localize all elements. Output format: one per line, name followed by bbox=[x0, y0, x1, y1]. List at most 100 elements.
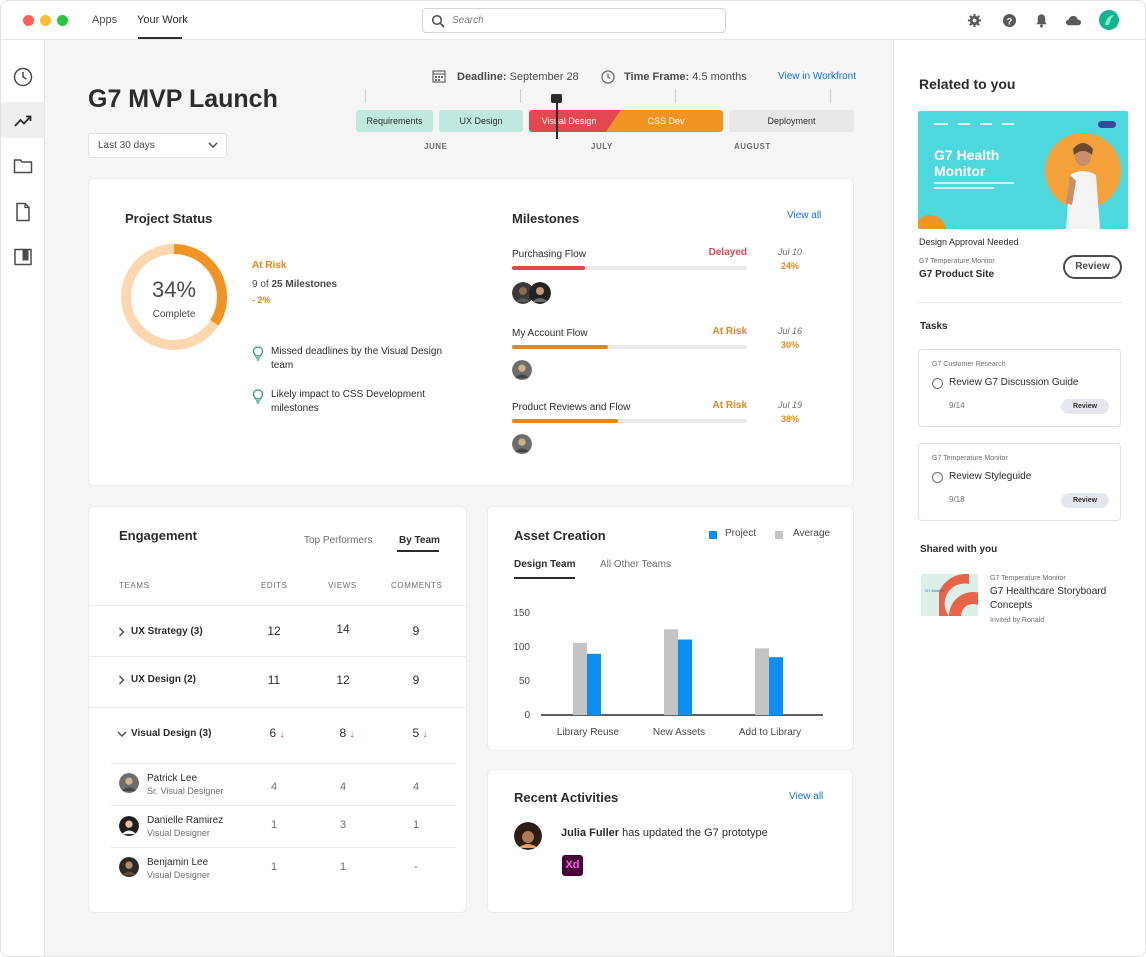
minimize-window-button[interactable] bbox=[40, 15, 51, 26]
phase-requirements[interactable]: Requirements bbox=[356, 110, 433, 132]
y-tick-label: 0 bbox=[524, 710, 530, 721]
percent-complete: 34% bbox=[151, 277, 197, 302]
milestone-row[interactable]: Purchasing Flow Delayed Jul 10 24% bbox=[512, 247, 812, 309]
timeline-tick bbox=[520, 89, 521, 103]
milestone-row[interactable]: Product Reviews and Flow At Risk Jul 19 … bbox=[512, 400, 812, 462]
shared-item-name-line2[interactable]: Concepts bbox=[990, 600, 1032, 611]
task-checkbox[interactable] bbox=[932, 472, 943, 483]
bell-icon[interactable] bbox=[1034, 13, 1049, 28]
avatar[interactable] bbox=[514, 822, 542, 850]
engagement-title: Engagement bbox=[119, 528, 198, 543]
avatar[interactable] bbox=[512, 434, 532, 454]
recent-view-all-link[interactable]: View all bbox=[789, 791, 823, 802]
nav-apps[interactable]: Apps bbox=[92, 14, 117, 26]
related-panel: Related to you G7 Health Monitor Design … bbox=[893, 40, 1145, 956]
avatar[interactable] bbox=[512, 360, 532, 380]
left-rail bbox=[1, 40, 45, 956]
milestone-status: At Risk bbox=[712, 326, 747, 337]
xd-app-icon[interactable]: Xd bbox=[562, 855, 583, 876]
views-value: 1 bbox=[339, 861, 347, 873]
milestone-percent: 24% bbox=[781, 261, 800, 271]
review-button[interactable]: Review bbox=[1063, 255, 1122, 279]
task-card[interactable]: G7 Temperature Monitor Review Styleguide… bbox=[918, 443, 1121, 521]
chevron-right-icon[interactable] bbox=[118, 675, 125, 685]
timeline-tick bbox=[365, 89, 366, 103]
down-arrow-icon: ↓ bbox=[279, 729, 285, 740]
today-marker-handle[interactable] bbox=[551, 94, 562, 103]
bar-average[interactable] bbox=[755, 648, 769, 715]
tab-by-team[interactable]: By Team bbox=[399, 535, 440, 546]
x-tick-label: Library Reuse bbox=[557, 727, 620, 738]
bar-average[interactable] bbox=[573, 642, 587, 715]
nav-your-work[interactable]: Your Work bbox=[137, 14, 188, 26]
shared-item-name[interactable]: G7 Healthcare Storyboard bbox=[990, 586, 1106, 597]
bar-average[interactable] bbox=[664, 629, 678, 715]
chevron-right-icon[interactable] bbox=[118, 627, 125, 637]
promo-thumbnail[interactable]: G7 Health Monitor bbox=[918, 111, 1128, 229]
date-range-select[interactable]: Last 30 days bbox=[88, 133, 227, 158]
help-icon[interactable]: ? bbox=[1002, 13, 1017, 28]
recent-activities-card: Recent Activities View all Julia Fuller … bbox=[487, 769, 853, 913]
legend-swatch-average bbox=[775, 531, 783, 539]
calendar-icon bbox=[432, 70, 446, 83]
rail-documents[interactable] bbox=[1, 193, 44, 229]
today-marker-line bbox=[556, 103, 558, 139]
tab-design-team[interactable]: Design Team bbox=[514, 559, 576, 570]
legend-swatch-project bbox=[709, 531, 717, 539]
comments-value: 1 bbox=[412, 819, 420, 831]
phase-deployment[interactable]: Deployment bbox=[729, 110, 854, 132]
user-avatar[interactable] bbox=[1099, 10, 1119, 30]
rail-library[interactable] bbox=[1, 238, 44, 274]
date-range-value: Last 30 days bbox=[98, 140, 155, 151]
phase-css-dev[interactable]: CSS Dev bbox=[621, 110, 711, 132]
insight-item: Missed deadlines by the Visual Design te… bbox=[252, 345, 452, 375]
views-value: 4 bbox=[339, 781, 347, 793]
milestones-view-all-link[interactable]: View all bbox=[787, 210, 821, 221]
shared-title: Shared with you bbox=[920, 544, 998, 555]
gear-icon[interactable] bbox=[967, 13, 982, 28]
divider bbox=[89, 656, 466, 657]
bar-project[interactable] bbox=[678, 639, 692, 715]
tab-active-indicator bbox=[397, 550, 439, 552]
milestone-date: Jul 10 bbox=[778, 247, 803, 257]
tab-top-performers[interactable]: Top Performers bbox=[304, 535, 372, 546]
view-in-workfront-link[interactable]: View in Workfront bbox=[778, 71, 856, 82]
risk-status: At Risk bbox=[252, 260, 287, 271]
shared-thumbnail[interactable]: G7 Monitor bbox=[921, 574, 978, 616]
search-input[interactable]: Search bbox=[422, 8, 726, 33]
phase-design-dev-group: Visual Design CSS Dev bbox=[529, 110, 723, 132]
phase-visual-design[interactable]: Visual Design bbox=[529, 110, 609, 132]
library-icon bbox=[14, 248, 32, 266]
avatar bbox=[119, 816, 139, 836]
milestone-status: At Risk bbox=[712, 400, 747, 411]
rail-insights[interactable] bbox=[1, 102, 44, 138]
bar-project[interactable] bbox=[769, 657, 783, 715]
task-source: G7 Temperature Monitor bbox=[932, 455, 1008, 462]
rail-recent[interactable] bbox=[1, 58, 44, 94]
tab-all-other-teams[interactable]: All Other Teams bbox=[600, 559, 671, 570]
views-value: 14 bbox=[336, 622, 350, 636]
rail-folders[interactable] bbox=[1, 147, 44, 183]
activity-text: Julia Fuller has updated the G7 prototyp… bbox=[561, 827, 768, 839]
avatar[interactable] bbox=[529, 282, 551, 304]
project-status-card: Project Status 34% Complete At Risk 9 of… bbox=[88, 178, 854, 486]
task-checkbox[interactable] bbox=[932, 378, 943, 389]
close-window-button[interactable] bbox=[23, 15, 34, 26]
approval-status: Design Approval Needed bbox=[919, 237, 1019, 247]
bar-project[interactable] bbox=[587, 653, 601, 715]
chevron-down-icon[interactable] bbox=[117, 731, 127, 738]
phase-ux-design[interactable]: UX Design bbox=[439, 110, 523, 132]
svg-text:?: ? bbox=[1007, 16, 1013, 26]
nav-active-indicator bbox=[138, 37, 182, 39]
divider bbox=[111, 847, 456, 848]
maximize-window-button[interactable] bbox=[57, 15, 68, 26]
milestone-row[interactable]: My Account Flow At Risk Jul 16 30% bbox=[512, 326, 812, 388]
project-status-title: Project Status bbox=[125, 211, 213, 226]
task-card[interactable]: G7 Customer Research Review G7 Discussio… bbox=[918, 349, 1121, 427]
member-name: Benjamin Lee bbox=[147, 857, 209, 868]
cloud-icon[interactable] bbox=[1065, 13, 1082, 28]
milestone-name: My Account Flow bbox=[512, 328, 588, 339]
comments-value: 9 bbox=[412, 673, 420, 687]
task-review-button[interactable]: Review bbox=[1061, 493, 1109, 508]
task-review-button[interactable]: Review bbox=[1061, 399, 1109, 414]
